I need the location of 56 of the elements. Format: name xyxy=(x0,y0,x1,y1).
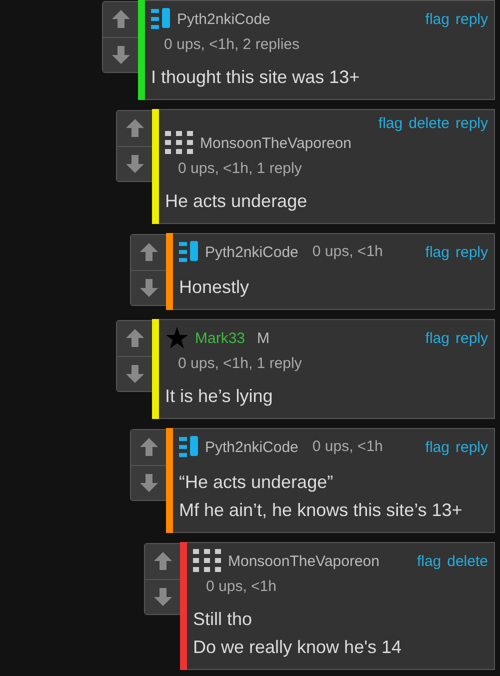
comment-meta: 0 ups, <1h, 1 reply xyxy=(177,159,303,179)
action-link[interactable]: flag xyxy=(425,10,450,28)
action-link[interactable]: delete xyxy=(408,115,450,132)
comment-text: He acts underage xyxy=(165,190,308,213)
arrow-down-icon xyxy=(138,472,158,493)
arrow-down-icon xyxy=(110,44,130,65)
action-link[interactable]: delete xyxy=(447,552,488,570)
star-icon xyxy=(165,326,189,350)
avatar-icon xyxy=(179,241,199,263)
username-link[interactable]: Pyth2nkiCode xyxy=(177,10,270,28)
user-flair-label: M xyxy=(257,330,270,346)
action-link[interactable]: reply xyxy=(455,115,488,132)
comment-meta: 0 ups, <1h xyxy=(311,242,383,262)
action-link[interactable]: flag xyxy=(416,552,442,570)
action-link[interactable]: flag xyxy=(425,330,450,346)
comment-text: Honestly xyxy=(179,276,250,299)
arrow-up-icon xyxy=(124,118,144,138)
avatar-icon xyxy=(151,8,171,30)
username-link[interactable]: Pyth2nkiCode xyxy=(205,438,298,456)
upvote-button[interactable] xyxy=(117,321,152,356)
arrow-up-icon xyxy=(110,9,130,30)
username-link[interactable]: Pyth2nkiCode xyxy=(205,244,298,260)
username-link[interactable]: Mark33 xyxy=(195,330,246,346)
upvote-button[interactable] xyxy=(145,544,180,580)
username-link[interactable]: MonsoonTheVaporeon xyxy=(200,134,352,152)
action-link[interactable]: reply xyxy=(455,438,488,456)
action-link[interactable]: flag xyxy=(425,244,450,260)
arrow-up-icon xyxy=(138,242,158,262)
action-link[interactable]: reply xyxy=(455,330,488,346)
arrow-up-icon xyxy=(152,551,172,572)
arrow-up-icon xyxy=(138,437,158,458)
comment-meta: 0 ups, <1h xyxy=(205,577,278,597)
comment-meta: 0 ups, <1h, 2 replies xyxy=(163,35,301,55)
avatar-icon xyxy=(193,549,222,573)
upvote-button[interactable] xyxy=(131,235,166,270)
upvote-button[interactable] xyxy=(117,111,152,146)
arrow-up-icon xyxy=(124,328,144,348)
action-link[interactable]: flag xyxy=(378,115,403,132)
arrow-down-icon xyxy=(124,364,144,384)
avatar-icon xyxy=(179,436,199,458)
comment-text: Still tho Do we really know he's 14 xyxy=(193,608,403,659)
username-link[interactable]: MonsoonTheVaporeon xyxy=(228,552,380,570)
action-link[interactable]: flag xyxy=(425,438,450,456)
comment-text: “He acts underage” Mf he ain’t, he knows this site’s 13+ xyxy=(179,471,464,522)
upvote-button[interactable] xyxy=(103,2,138,38)
upvote-button[interactable] xyxy=(131,430,166,466)
arrow-down-icon xyxy=(152,586,172,607)
comment-text: I thought this site was 13+ xyxy=(151,66,361,89)
action-link[interactable]: reply xyxy=(455,244,488,260)
comment-meta: 0 ups, <1h, 1 reply xyxy=(177,354,303,374)
avatar-icon xyxy=(165,131,194,155)
comment-text: It is he’s lying xyxy=(165,385,274,408)
action-link[interactable]: reply xyxy=(455,10,488,28)
arrow-down-icon xyxy=(138,278,158,298)
comment-meta: 0 ups, <1h xyxy=(311,437,383,457)
arrow-down-icon xyxy=(124,154,144,174)
